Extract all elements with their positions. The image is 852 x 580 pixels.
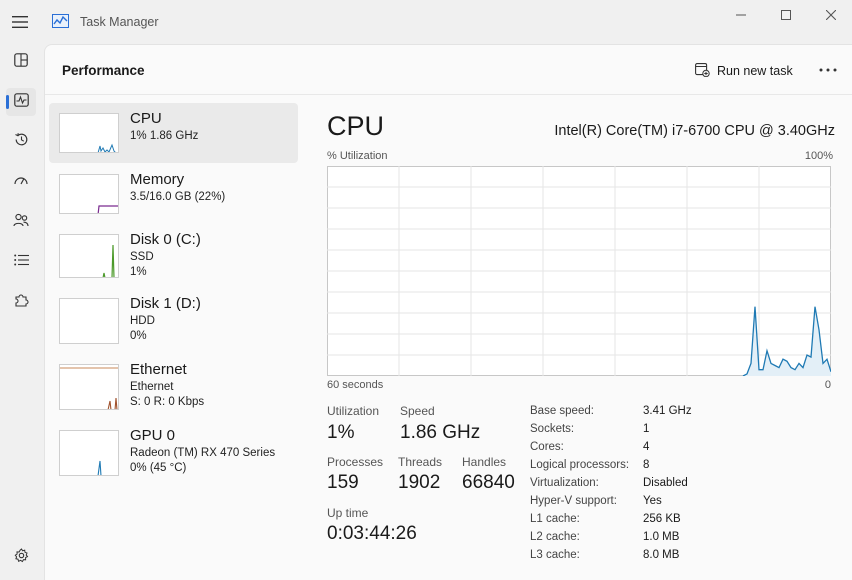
run-new-task-button[interactable]: Run new task: [695, 61, 793, 81]
device-detail: 1% 1.86 GHz: [130, 130, 199, 142]
cpu-utilization-graph: [327, 166, 831, 376]
detail-title: CPU: [327, 111, 385, 141]
run-new-task-label: Run new task: [717, 64, 793, 78]
device-name: Disk 1 (D:): [130, 295, 201, 312]
hamburger-menu-icon[interactable]: [6, 8, 34, 36]
settings-nav-button[interactable]: [6, 544, 36, 572]
cpu-model: Intel(R) Core(TM) i7-6700 CPU @ 3.40GHz: [554, 123, 835, 139]
processes-label: Processes: [327, 455, 384, 469]
device-detail: 3.5/16.0 GB (22%): [130, 191, 226, 203]
history-icon: [14, 132, 29, 152]
startup-apps-nav-button[interactable]: [6, 168, 36, 196]
threads-value: 1902: [398, 472, 441, 493]
page-header: Performance Run new task: [45, 45, 852, 95]
title-bar: Task Manager: [0, 0, 852, 44]
device-item-gpu-0[interactable]: GPU 0 Radeon (TM) RX 470 Series 0% (45 °…: [49, 420, 298, 480]
spec-value: Yes: [643, 495, 662, 507]
pulse-icon: [13, 92, 29, 112]
processes-nav-button[interactable]: [6, 48, 36, 76]
puzzle-icon: [13, 292, 29, 313]
device-name: GPU 0: [130, 427, 176, 444]
active-indicator: [6, 95, 9, 109]
memory-thumbnail-graph: [59, 174, 119, 214]
device-detail: HDD: [130, 315, 155, 327]
app-history-nav-button[interactable]: [6, 128, 36, 156]
cpu-thumbnail-graph: [59, 113, 119, 153]
device-item-disk-1[interactable]: Disk 1 (D:) HDD 0%: [49, 288, 298, 348]
device-detail: Ethernet: [130, 381, 174, 393]
spec-value: 1: [643, 423, 650, 435]
uptime-value: 0:03:44:26: [327, 523, 417, 544]
ethernet-thumbnail-graph: [59, 364, 119, 410]
more-options-button[interactable]: [819, 60, 837, 72]
grid-icon: [14, 52, 28, 72]
spec-key: L2 cache:: [530, 531, 580, 543]
spec-value: Disabled: [643, 477, 688, 489]
main-content: Performance Run new task CPU 1% 1.86 GHz…: [44, 44, 852, 580]
gear-icon: [14, 548, 29, 568]
utilization-label: Utilization: [327, 404, 380, 418]
users-nav-button[interactable]: [6, 208, 36, 236]
device-name: Disk 0 (C:): [130, 231, 201, 248]
spec-value: 8: [643, 459, 650, 471]
device-name: Ethernet: [130, 361, 187, 378]
performance-nav-button[interactable]: [6, 88, 36, 116]
list-icon: [13, 253, 29, 271]
spec-key: Virtualization:: [530, 477, 599, 489]
spec-key: Cores:: [530, 441, 564, 453]
disk-0-thumbnail-graph: [59, 234, 119, 278]
utilization-value: 1%: [327, 422, 355, 443]
users-icon: [13, 213, 29, 232]
spec-key: L1 cache:: [530, 513, 580, 525]
device-item-cpu[interactable]: CPU 1% 1.86 GHz: [49, 103, 298, 163]
spec-key: Hyper-V support:: [530, 495, 617, 507]
disk-1-thumbnail-graph: [59, 298, 119, 344]
device-usage: S: 0 R: 0 Kbps: [130, 396, 205, 408]
device-item-memory[interactable]: Memory 3.5/16.0 GB (22%): [49, 164, 298, 224]
spec-value: 1.0 MB: [643, 531, 680, 543]
spec-key: Sockets:: [530, 423, 575, 435]
device-usage: 0%: [130, 330, 147, 342]
device-name: Memory: [130, 171, 185, 188]
task-manager-app-icon: [52, 14, 69, 28]
device-usage: 1%: [130, 266, 147, 278]
close-button[interactable]: [816, 6, 846, 24]
x-axis-min-label: 0: [824, 379, 831, 391]
services-nav-button[interactable]: [6, 288, 36, 316]
x-axis-label: 60 seconds: [327, 379, 384, 391]
minimize-button[interactable]: [726, 6, 756, 24]
y-axis-label: % Utilization: [327, 150, 388, 162]
threads-label: Threads: [398, 455, 443, 469]
uptime-label: Up time: [327, 506, 369, 520]
device-detail: Radeon (TM) RX 470 Series: [130, 447, 276, 459]
spec-key: Logical processors:: [530, 459, 630, 471]
gauge-icon: [13, 173, 29, 192]
details-nav-button[interactable]: [6, 248, 36, 276]
spec-key: L3 cache:: [530, 549, 580, 561]
maximize-button[interactable]: [771, 6, 801, 24]
spec-key: Base speed:: [530, 405, 594, 417]
handles-value: 66840: [462, 472, 515, 493]
spec-value: 256 KB: [643, 513, 681, 525]
device-name: CPU: [130, 110, 162, 127]
spec-value: 3.41 GHz: [643, 405, 692, 417]
device-detail: SSD: [130, 251, 154, 263]
processes-value: 159: [327, 472, 359, 493]
device-item-ethernet[interactable]: Ethernet Ethernet S: 0 R: 0 Kbps: [49, 354, 298, 414]
page-title: Performance: [62, 63, 145, 78]
speed-label: Speed: [400, 404, 435, 418]
device-item-disk-0[interactable]: Disk 0 (C:) SSD 1%: [49, 224, 298, 284]
run-task-icon: [695, 62, 710, 80]
speed-value: 1.86 GHz: [400, 422, 481, 443]
spec-value: 4: [643, 441, 650, 453]
navigation-rail: [0, 44, 44, 580]
window-title: Task Manager: [80, 15, 159, 29]
spec-value: 8.0 MB: [643, 549, 680, 561]
device-usage: 0% (45 °C): [130, 462, 187, 474]
y-axis-max-label: 100%: [804, 150, 833, 162]
gpu-0-thumbnail-graph: [59, 430, 119, 476]
handles-label: Handles: [462, 455, 507, 469]
